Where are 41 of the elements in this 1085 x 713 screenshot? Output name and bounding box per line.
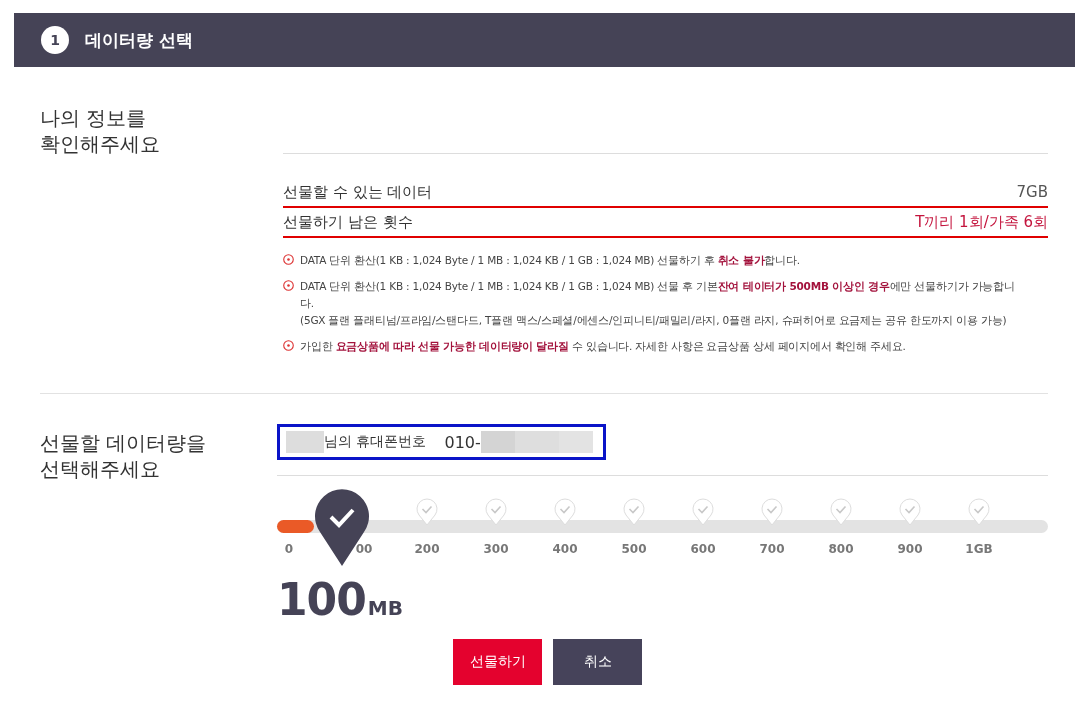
tick-label: 1GB <box>965 542 993 556</box>
section-heading: 나의 정보를 확인해주세요 <box>40 105 161 158</box>
section-heading: 선물할 데이터량을 선택해주세요 <box>40 430 208 483</box>
info-value: 7GB <box>1016 183 1048 201</box>
note-text: 가입한 요금상품에 따라 선물 가능한 데이터량이 달라질 수 있습니다. 자세한 사항은 요금상품 상세 페이지에서 확인해 주세요. <box>300 339 907 354</box>
note-text: DATA 단위 환산(1 KB : 1,024 Byte / 1 MB : 1,024 KB / 1 GB : 1,024 MB) 선물하기 후 취소 불가합니다. <box>300 253 801 268</box>
tick-marker-icon[interactable] <box>692 498 714 526</box>
tick-marker-icon[interactable] <box>761 498 783 526</box>
tick-label: 00 <box>355 542 373 556</box>
gift-button[interactable]: 선물하기 <box>453 639 542 685</box>
bullet-icon <box>283 280 294 291</box>
tick-marker-icon[interactable] <box>485 498 507 526</box>
cancel-button[interactable]: 취소 <box>553 639 642 685</box>
tick-label: 400 <box>552 542 578 556</box>
tick-label: 900 <box>897 542 923 556</box>
amount-value: 100 <box>277 574 366 625</box>
tick-marker-icon[interactable] <box>416 498 438 526</box>
bullet-icon <box>283 340 294 351</box>
slider-thumb-icon[interactable] <box>314 487 370 567</box>
note-text: DATA 단위 환산(1 KB : 1,024 Byte / 1 MB : 1,024 KB / 1 GB : 1,024 MB) 선물 후 기본잔여 테이터가 500MB 이상인 경우에만 선물하기가 가능합니다. (5GX 플랜 플래티넘/프라임/스탠다드, T플랜 맥스/스페셜/에센스/인피니티/패밀리/라지, 0플랜 라지, 슈퍼히어로 요금제는 공유 한도까지 이용 가능) <box>300 279 1016 328</box>
tick-label: 800 <box>828 542 854 556</box>
tick-label: 300 <box>483 542 509 556</box>
step-title: 데이터량 선택 <box>85 28 193 52</box>
tick-marker-icon[interactable] <box>899 498 921 526</box>
info-label: 선물하기 남은 횟수 <box>283 212 413 232</box>
tick-label: 600 <box>690 542 716 556</box>
tick-marker-icon[interactable] <box>623 498 645 526</box>
tick-label: 200 <box>414 542 440 556</box>
tick-label: 0 <box>284 542 294 556</box>
tick-marker-icon[interactable] <box>968 498 990 526</box>
phone-number-field: 님의 휴대폰번호 010- <box>277 424 606 460</box>
tick-label: 700 <box>759 542 785 556</box>
info-value: T끼리 1회/가족 6회 <box>915 212 1048 232</box>
tick-label: 500 <box>621 542 647 556</box>
bullet-icon <box>283 254 294 265</box>
step-number: 1 <box>41 26 69 54</box>
tick-marker-icon[interactable] <box>830 498 852 526</box>
tick-marker-icon[interactable] <box>554 498 576 526</box>
amount-unit: MB <box>367 596 403 620</box>
slider-track[interactable] <box>277 520 1048 533</box>
info-label: 선물할 수 있는 데이터 <box>283 182 433 202</box>
